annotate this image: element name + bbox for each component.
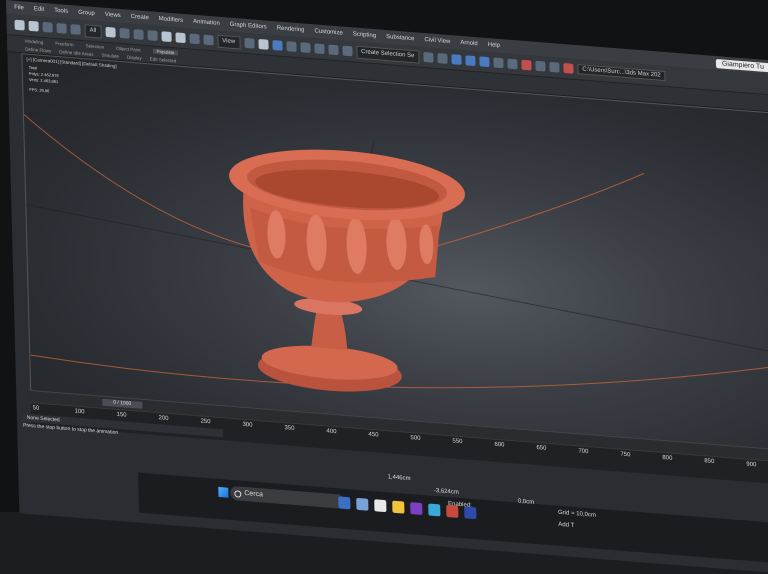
menu-arnold[interactable]: Arnold xyxy=(460,40,477,47)
unlink-icon[interactable] xyxy=(56,22,67,34)
simulate-button[interactable]: Simulate xyxy=(101,52,119,58)
windows-start-icon[interactable] xyxy=(218,486,229,498)
spinner-snap-icon[interactable] xyxy=(327,44,339,56)
menu-civil-view[interactable]: Civil View xyxy=(424,37,450,45)
menu-rendering[interactable]: Rendering xyxy=(277,25,305,33)
mirror-icon[interactable] xyxy=(423,51,434,63)
named-selection-dropdown[interactable]: Create Selection Se xyxy=(355,45,420,64)
perspective-viewport[interactable]: [+] [Camera001] [Standard] [Default Shad… xyxy=(21,53,768,453)
store-icon[interactable] xyxy=(374,499,387,513)
menu-substance[interactable]: Substance xyxy=(386,34,415,42)
ribbon-tab-freeform[interactable]: Freeform xyxy=(55,40,73,46)
track-tick: 400 xyxy=(326,428,337,436)
terracotta-vase-model xyxy=(229,149,465,392)
define-flows-button[interactable]: Define Flows xyxy=(25,46,51,53)
menu-animation[interactable]: Animation xyxy=(193,19,220,27)
material-editor-icon[interactable] xyxy=(521,59,532,71)
taskbar-search[interactable]: Cerca xyxy=(230,485,345,509)
bind-space-warp-icon[interactable] xyxy=(70,24,81,35)
snaps-toggle-icon[interactable] xyxy=(285,41,297,52)
scale-icon[interactable] xyxy=(189,33,200,45)
render-setup-icon[interactable] xyxy=(535,60,546,72)
menu-group[interactable]: Group xyxy=(78,10,95,17)
grid-size-label: Grid = 10,0cm xyxy=(558,509,597,519)
angle-snap-icon[interactable] xyxy=(299,42,311,54)
align-icon[interactable] xyxy=(437,53,448,64)
track-tick: 750 xyxy=(620,451,631,459)
track-tick: 900 xyxy=(746,461,757,469)
render-production-icon[interactable] xyxy=(563,62,574,74)
ribbon-tab-selection[interactable]: Selection xyxy=(85,43,104,49)
edit-selected-button[interactable]: Edit Selected xyxy=(150,56,177,63)
track-tick: 350 xyxy=(284,425,295,432)
menu-create[interactable]: Create xyxy=(131,14,149,21)
define-idle-areas-button[interactable]: Define Idle Areas xyxy=(59,49,93,57)
track-tick: 450 xyxy=(368,431,379,439)
track-tick: 700 xyxy=(578,448,589,456)
track-tick: 150 xyxy=(116,411,127,419)
pivot-center-icon[interactable] xyxy=(243,37,255,49)
task-view-icon[interactable] xyxy=(338,496,351,510)
rotate-icon[interactable] xyxy=(175,32,186,44)
track-tick: 200 xyxy=(158,415,169,422)
menu-edit[interactable]: Edit xyxy=(34,6,44,13)
track-tick: 100 xyxy=(74,408,85,416)
menu-customize[interactable]: Customize xyxy=(314,28,342,36)
windows-taskbar: Cerca 1,446cm -3,624cm 0,0cm Enabled: Gr… xyxy=(138,472,768,565)
scene-render xyxy=(23,114,768,392)
layer-explorer-icon[interactable] xyxy=(465,55,476,67)
track-tick: 550 xyxy=(452,438,463,446)
track-tick: 800 xyxy=(662,454,673,462)
project-path-field[interactable]: C:\Users\Surc...\3ds Max 202 xyxy=(577,64,666,82)
menu-tools[interactable]: Tools xyxy=(54,8,68,15)
track-tick: 650 xyxy=(536,444,547,452)
rendered-frame-window-icon[interactable] xyxy=(549,61,560,73)
select-manipulate-icon[interactable] xyxy=(257,38,269,50)
curve-editor-icon[interactable] xyxy=(493,57,504,69)
toggle-ribbon-icon[interactable] xyxy=(479,56,490,68)
edge-icon[interactable] xyxy=(428,503,441,517)
track-tick: 50 xyxy=(32,405,40,412)
menu-file[interactable]: File xyxy=(14,5,24,12)
widgets-icon[interactable] xyxy=(356,497,369,511)
link-icon[interactable] xyxy=(42,21,53,33)
rectangular-selection-icon[interactable] xyxy=(133,29,144,40)
keyboard-shortcut-icon[interactable] xyxy=(271,39,283,51)
z-coordinate-field[interactable]: 0,0cm xyxy=(518,499,534,506)
move-icon[interactable] xyxy=(161,31,172,43)
edit-named-selection-icon[interactable] xyxy=(341,45,353,57)
percent-snap-icon[interactable] xyxy=(313,43,325,55)
y-coordinate-field[interactable]: -3,624cm xyxy=(434,488,459,496)
app-window: File Edit Tools Group Views Create Modif… xyxy=(6,0,768,574)
teams-icon[interactable] xyxy=(410,502,423,516)
track-tick: 600 xyxy=(494,441,505,449)
display-button[interactable]: Display xyxy=(127,54,142,60)
undo-icon[interactable] xyxy=(14,19,25,31)
select-by-name-icon[interactable] xyxy=(119,27,130,39)
redo-icon[interactable] xyxy=(28,20,39,32)
window-crossing-icon[interactable] xyxy=(147,30,158,41)
scene-explorer-icon[interactable] xyxy=(451,54,462,65)
add-time-tag-button[interactable]: Add T xyxy=(558,522,574,529)
menu-help[interactable]: Help xyxy=(488,42,500,49)
x-coordinate-field[interactable]: 1,446cm xyxy=(387,474,410,482)
menu-views[interactable]: Views xyxy=(105,12,121,19)
track-tick: 500 xyxy=(410,435,421,442)
menu-scripting[interactable]: Scripting xyxy=(353,31,376,39)
track-tick: 250 xyxy=(200,418,211,426)
reference-coordinate-dropdown[interactable]: View xyxy=(217,34,241,50)
track-tick: 300 xyxy=(242,421,253,429)
menu-graph-editors[interactable]: Graph Editors xyxy=(230,22,267,31)
selection-filter-dropdown[interactable]: All xyxy=(84,23,102,39)
track-tick: 850 xyxy=(704,458,715,466)
menu-modifiers[interactable]: Modifiers xyxy=(159,16,183,24)
schematic-view-icon[interactable] xyxy=(507,58,518,70)
place-icon[interactable] xyxy=(203,34,214,46)
ribbon-tab-modeling[interactable]: Modeling xyxy=(25,38,43,44)
select-object-icon[interactable] xyxy=(105,26,116,38)
